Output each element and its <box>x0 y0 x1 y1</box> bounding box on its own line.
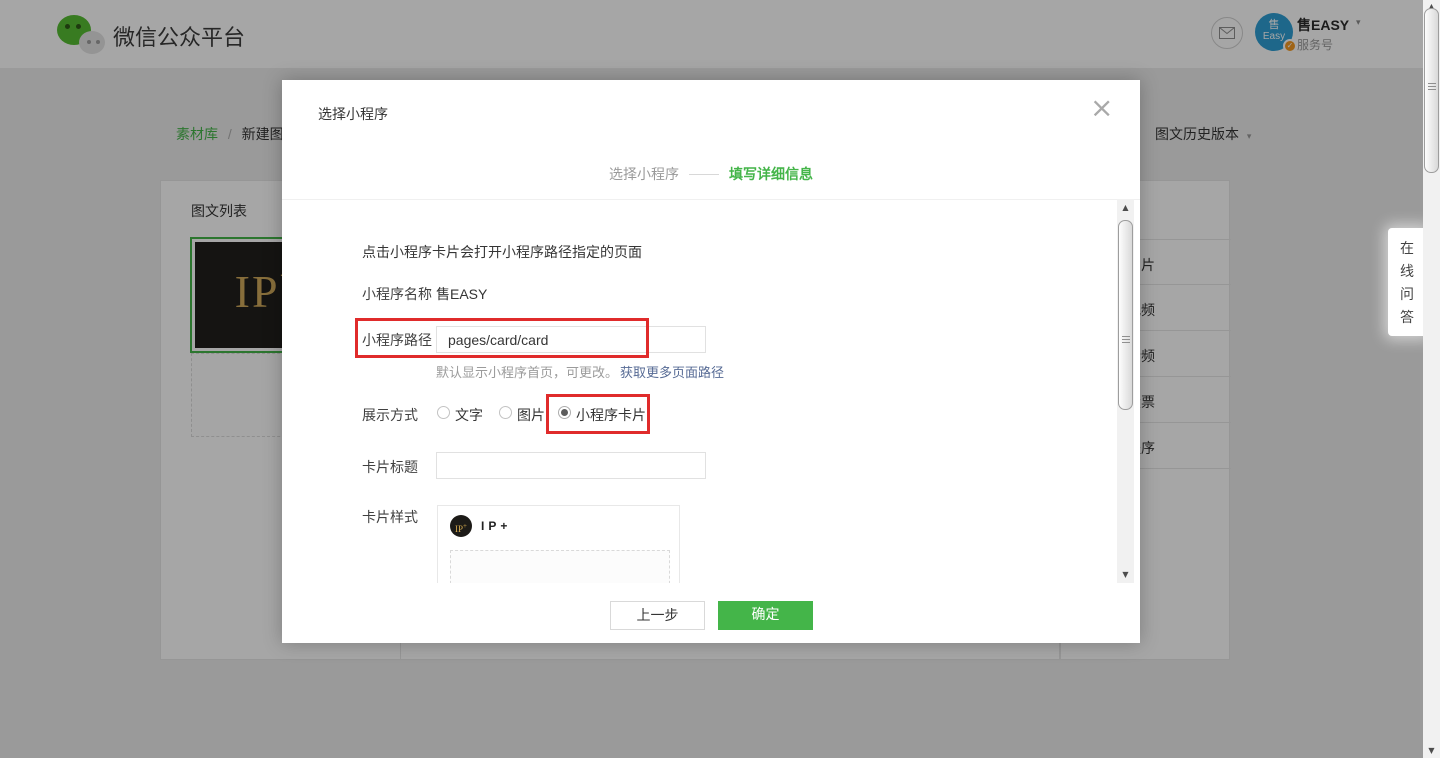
card-style-label: 卡片样式 <box>362 507 418 527</box>
step-divider <box>689 174 719 175</box>
modal-scrollbar-thumb[interactable] <box>1118 220 1133 410</box>
step-select-miniprogram: 选择小程序 <box>609 164 679 184</box>
radio-text[interactable] <box>437 406 450 419</box>
annotation-box-card-radio <box>546 394 650 434</box>
step-fill-details: 填写详细信息 <box>729 164 813 184</box>
scroll-up-icon[interactable]: ▲ <box>1117 199 1134 216</box>
scroll-down-icon[interactable]: ▼ <box>1423 744 1440 758</box>
display-mode-label: 展示方式 <box>362 405 418 425</box>
previous-step-button[interactable]: 上一步 <box>610 601 705 630</box>
card-image-placeholder <box>450 550 670 583</box>
miniprogram-name-value: 售EASY <box>436 284 487 304</box>
radio-image[interactable] <box>499 406 512 419</box>
modal-title: 选择小程序 <box>318 104 388 124</box>
modal-content: 点击小程序卡片会打开小程序路径指定的页面 小程序名称 售EASY 小程序路径 默… <box>282 199 1140 583</box>
card-tip-text: 点击小程序卡片会打开小程序路径指定的页面 <box>362 242 642 262</box>
miniprogram-avatar: IP+ <box>450 515 472 537</box>
miniprogram-name-label: 小程序名称 <box>362 284 432 304</box>
page-scrollbar-thumb[interactable] <box>1424 8 1439 173</box>
annotation-box-path <box>355 318 649 358</box>
modal-scrollbar[interactable]: ▲ ▼ <box>1117 199 1134 583</box>
select-miniprogram-modal: 选择小程序 × 选择小程序 填写详细信息 点击小程序卡片会打开小程序路径指定的页… <box>282 80 1140 643</box>
confirm-button[interactable]: 确定 <box>718 601 813 630</box>
get-more-paths-link[interactable]: 获取更多页面路径 <box>620 365 724 380</box>
scroll-down-icon[interactable]: ▼ <box>1117 566 1134 583</box>
card-preview: IP+ IP+ <box>437 505 680 583</box>
online-qa-button[interactable]: 在 线 问 答 <box>1388 228 1426 336</box>
step-indicator: 选择小程序 填写详细信息 <box>282 164 1140 184</box>
card-preview-name: IP+ <box>481 519 511 533</box>
card-title-label: 卡片标题 <box>362 457 418 477</box>
card-title-input[interactable] <box>436 452 706 479</box>
close-icon[interactable]: × <box>1090 94 1113 122</box>
page-scrollbar[interactable]: ▲ ▼ <box>1423 0 1440 758</box>
path-hint: 默认显示小程序首页，可更改。获取更多页面路径 <box>436 362 724 381</box>
